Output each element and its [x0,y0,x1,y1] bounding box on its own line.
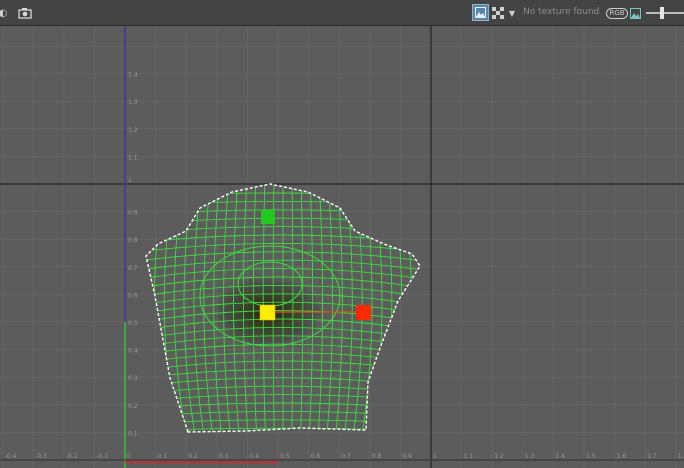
image-exposure-slider-thumb[interactable] [660,7,664,19]
u-tick-label: 0.7 [341,453,351,460]
u-tick-label: -0.4 [5,453,17,460]
green-pin-marker [261,210,275,224]
u-tick-label: 0.9 [402,453,412,460]
u-tick-label: 0.8 [372,453,382,460]
uv-editor-toolbar: ◐ ▼ No texture found RGB [0,0,684,26]
v-tick-label: 0.9 [128,210,138,217]
v-tick-label: 0.6 [128,292,138,299]
checker-tiles-icon[interactable] [491,5,505,21]
u-tick-label: -0.1 [96,453,108,460]
v-tick-label: 0.1 [128,430,138,437]
u-tick-label: 1.8 [678,453,684,460]
u-tick-label: 0.4 [249,453,259,460]
texture-status-label: No texture found [523,7,600,17]
v-tick-label: 1.1 [128,154,138,161]
u-tick-label: 1.5 [586,453,596,460]
v-tick-label: 0.3 [128,375,138,382]
image-icon [475,7,486,18]
u-tick-label: 1.1 [464,453,474,460]
uv-canvas[interactable]: 1.4 1.3 1.2 1.1 1 0.9 0.8 0.7 0.6 0.5 0.4 0.3 0.2 0.1… [0,26,684,468]
camera-icon [18,8,32,19]
u-tick-label: 0.3 [219,453,229,460]
uv-editor-viewport[interactable]: 1.4 1.3 1.2 1.1 1 0.9 0.8 0.7 0.6 0.5 0.4 0.3 0.2 0.1… [0,26,684,468]
u-tick-label: 1 [433,453,437,460]
image-icon [629,7,641,19]
u-tick-label: 1.7 [647,453,657,460]
snapshot-camera-icon[interactable] [16,5,34,21]
u-tick-label: -0.2 [66,453,78,460]
image-display-icon[interactable] [628,5,642,21]
u-tick-label: 0.1 [158,453,168,460]
image-exposure-slider[interactable] [646,12,684,14]
u-tick-label: 0.2 [188,453,198,460]
display-image-toggle-icon[interactable] [472,4,489,21]
u-tick-label: 0.5 [280,453,290,460]
rgb-channels-label: RGB [606,7,628,19]
u-tick-label: 0 [127,453,131,460]
v-tick-label: 0.2 [128,403,138,410]
v-tick-label: 0.5 [128,320,138,327]
rgb-channels-toggle[interactable]: RGB [606,5,628,21]
u-tick-label: 1.3 [525,453,535,460]
v-tick-label: 1.3 [128,99,138,106]
v-tick-label: 0.4 [128,348,138,355]
u-tick-label: 1.4 [555,453,565,460]
v-tick-label: 1 [128,177,132,184]
u-tick-label: 0.6 [311,453,321,460]
frame-view-icon[interactable]: ◐ [0,5,10,21]
u-tick-label: -0.3 [35,453,47,460]
uv-background [0,26,684,468]
checker-icon [492,7,504,19]
u-tick-label: 1.6 [617,453,627,460]
v-tick-label: 1.2 [128,127,138,134]
image-options-dropdown-icon[interactable]: ▼ [507,5,517,21]
v-tick-label: 0.7 [128,265,138,272]
v-tick-label: 0.8 [128,237,138,244]
v-tick-label: 1.4 [128,72,138,79]
red-pin-marker [356,305,371,320]
u-tick-label: 1.2 [494,453,504,460]
yellow-selection-marker [259,304,276,321]
